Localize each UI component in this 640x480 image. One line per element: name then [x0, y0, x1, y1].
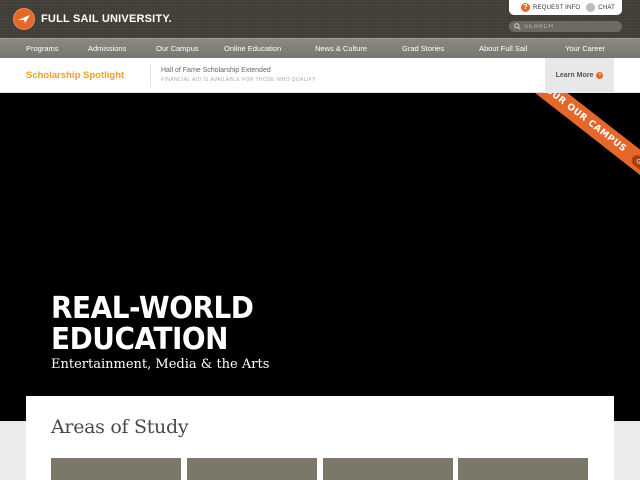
arrow-right-icon: ›: [596, 72, 604, 79]
nav-item-news-culture[interactable]: News & Culture: [315, 39, 367, 58]
search-icon: [514, 23, 521, 30]
study-heading: Areas of Study: [51, 416, 189, 438]
logo-text: FULL SAIL UNIVERSITY.: [41, 13, 172, 25]
study-card[interactable]: [458, 458, 588, 480]
learn-more-button[interactable]: Learn More ›: [545, 58, 614, 93]
logo-plane-icon: [13, 8, 35, 30]
study-card[interactable]: [187, 458, 317, 480]
main-nav: Programs Admissions Our Campus Online Ed…: [0, 38, 640, 58]
spotlight-title: Scholarship Spotlight: [26, 70, 125, 81]
study-card[interactable]: [323, 458, 453, 480]
utility-links: ? REQUEST INFO CHAT: [509, 0, 622, 15]
site-header: FULL SAIL UNIVERSITY. ? REQUEST INFO CHA…: [0, 0, 640, 38]
chat-icon: [586, 3, 596, 12]
hero-banner: TOUR OUR CAMPUS Get Info REAL-WORLD EDUC…: [0, 93, 640, 421]
nav-item-admissions[interactable]: Admissions: [88, 39, 126, 58]
site-logo[interactable]: FULL SAIL UNIVERSITY.: [13, 8, 172, 30]
areas-of-study: Areas of Study: [26, 396, 614, 480]
scholarship-spotlight: Scholarship Spotlight Hall of Fame Schol…: [0, 58, 640, 93]
hero-title: REAL-WORLD EDUCATION: [51, 291, 254, 357]
spotlight-headline[interactable]: Hall of Fame Scholarship Extended: [161, 67, 271, 74]
ribbon-text: TOUR OUR CAMPUS: [537, 93, 629, 155]
request-info-link[interactable]: REQUEST INFO: [533, 5, 580, 11]
search-input[interactable]: [524, 21, 614, 32]
learn-more-label: Learn More: [555, 72, 594, 79]
nav-item-about-full-sail[interactable]: About Full Sail: [479, 39, 527, 58]
hero-subtitle: Entertainment, Media & the Arts: [51, 357, 270, 372]
spotlight-divider: [150, 64, 151, 87]
nav-item-online-education[interactable]: Online Education: [224, 39, 281, 58]
nav-item-our-campus[interactable]: Our Campus: [156, 39, 199, 58]
request-info-icon: ?: [521, 3, 530, 12]
nav-item-programs[interactable]: Programs: [26, 39, 59, 58]
nav-item-your-career[interactable]: Your Career: [565, 39, 605, 58]
get-info-button[interactable]: Get Info: [629, 152, 640, 182]
nav-item-grad-stories[interactable]: Grad Stories: [402, 39, 444, 58]
tour-campus-ribbon[interactable]: TOUR OUR CAMPUS Get Info: [499, 93, 640, 213]
search-box[interactable]: [509, 21, 622, 32]
chat-link[interactable]: CHAT: [598, 5, 615, 11]
spotlight-subtext: FINANCIAL AID IS AVAILABLE FOR THOSE WHO…: [161, 77, 316, 83]
study-card[interactable]: [51, 458, 181, 480]
